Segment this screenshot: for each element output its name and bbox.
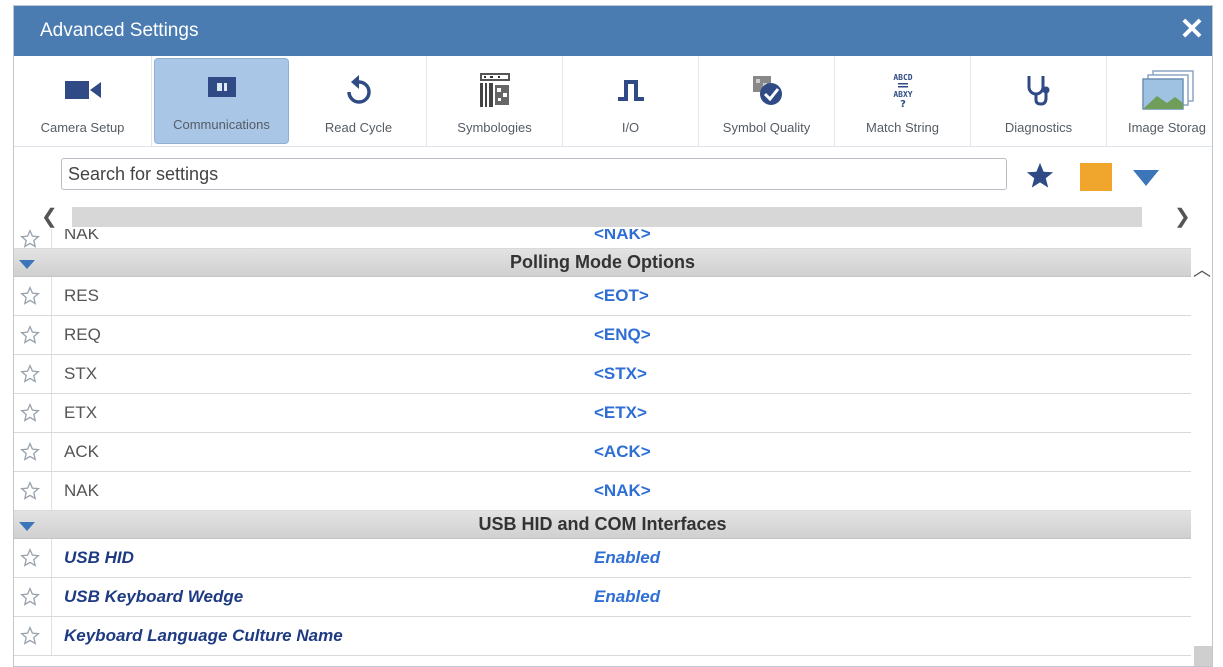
tab-symbol-quality[interactable]: Symbol Quality [699,56,835,146]
scroll-up-icon[interactable]: ︿ [1193,256,1211,282]
favorites-star-icon[interactable] [1025,161,1055,191]
setting-name: RES [51,277,551,315]
setting-value[interactable]: Enabled [594,578,660,616]
table-row[interactable]: RES <EOT> [14,277,1191,316]
table-row[interactable]: REQ <ENQ> [14,316,1191,355]
tab-label: I/O [621,120,640,135]
star-outline-icon[interactable] [20,442,40,462]
setting-value[interactable]: <STX> [594,355,647,393]
star-outline-icon[interactable] [20,364,40,384]
horizontal-scrollbar[interactable]: ❮ ❯ [14,204,1212,229]
star-outline-icon[interactable] [20,229,40,248]
scroll-left-icon[interactable]: ❮ [41,204,58,229]
star-outline-icon[interactable] [20,403,40,423]
window-title: Advanced Settings [40,20,199,41]
tab-label: Communications [173,117,270,132]
vertical-scrollbar[interactable]: ︿ [1192,256,1212,666]
setting-value[interactable]: <NAK> [594,229,651,248]
pulse-icon [616,70,646,110]
group-title: Polling Mode Options [510,252,695,272]
table-row[interactable]: STX <STX> [14,355,1191,394]
tab-label: Symbologies [457,120,532,135]
highlight-square-button[interactable] [1080,163,1112,191]
barcode-icon [478,70,512,110]
tab-symbologies[interactable]: Symbologies [427,56,563,146]
vertical-scroll-thumb[interactable] [1194,646,1212,666]
settings-grid: NAK <NAK> Polling Mode Options RES <EOT>… [14,229,1191,656]
tab-io[interactable]: I/O [563,56,699,146]
setting-name: ACK [51,433,551,471]
setting-name: NAK [51,229,551,248]
tab-label: Diagnostics [1004,120,1073,135]
tab-label: Match String [866,120,939,135]
setting-value[interactable]: <ETX> [594,394,647,432]
table-row[interactable]: ETX <ETX> [14,394,1191,433]
setting-value[interactable]: <EOT> [594,277,649,315]
star-outline-icon[interactable] [20,587,40,607]
setting-name: Keyboard Language Culture Name [51,617,551,655]
table-row[interactable]: ACK <ACK> [14,433,1191,472]
setting-name: NAK [51,472,551,510]
advanced-settings-window: Advanced Settings ✕ Camera Setup Communi… [13,5,1213,667]
search-input[interactable] [61,158,1007,190]
setting-name: ETX [51,394,551,432]
group-title: USB HID and COM Interfaces [478,514,727,534]
tab-camera-setup[interactable]: Camera Setup [14,56,152,146]
setting-value[interactable]: <ENQ> [594,316,651,354]
search-row [14,147,1212,203]
star-outline-icon[interactable] [20,481,40,501]
star-outline-icon[interactable] [20,325,40,345]
communications-icon [204,67,240,107]
setting-name: USB HID [51,539,551,577]
star-outline-icon[interactable] [20,286,40,306]
star-outline-icon[interactable] [20,548,40,568]
star-outline-icon[interactable] [20,626,40,646]
tab-label: Symbol Quality [722,120,811,135]
horizontal-scroll-thumb[interactable] [72,207,1142,227]
tab-diagnostics[interactable]: Diagnostics [971,56,1107,146]
svg-text:ABCD: ABCD [893,73,912,82]
setting-value[interactable]: <NAK> [594,472,651,510]
setting-name: STX [51,355,551,393]
svg-text:ABXY: ABXY [893,90,912,99]
group-header-usb-hid[interactable]: USB HID and COM Interfaces [14,511,1191,539]
table-row[interactable]: USB Keyboard Wedge Enabled [14,578,1191,617]
match-string-icon: ABCD ABXY ? [888,70,918,110]
image-storage-icon [1139,70,1195,110]
scroll-right-icon[interactable]: ❯ [1174,204,1191,229]
tab-match-string[interactable]: ABCD ABXY ? Match String [835,56,971,146]
setting-value[interactable]: Enabled [594,539,660,577]
setting-name: REQ [51,316,551,354]
tab-label: Camera Setup [40,120,125,135]
tab-image-storage[interactable]: Image Storag [1107,56,1212,146]
svg-text:?: ? [900,99,906,109]
tab-label: Image Storag [1127,120,1207,135]
quality-badge-icon [750,70,784,110]
table-row[interactable]: USB HID Enabled [14,539,1191,578]
setting-name: USB Keyboard Wedge [51,578,551,616]
close-icon[interactable]: ✕ [1178,15,1206,45]
category-toolbar: Camera Setup Communications Read Cycle S… [14,56,1212,147]
group-header-polling-mode[interactable]: Polling Mode Options [14,249,1191,277]
camera-icon [64,70,102,110]
tab-communications[interactable]: Communications [154,58,289,144]
refresh-icon [344,70,374,110]
table-row[interactable]: Keyboard Language Culture Name [14,617,1191,656]
table-row[interactable]: NAK <NAK> [14,229,1191,249]
tab-label: Read Cycle [324,120,393,135]
dropdown-triangle-icon[interactable] [1131,168,1161,188]
tab-read-cycle[interactable]: Read Cycle [291,56,427,146]
table-row[interactable]: NAK <NAK> [14,472,1191,511]
setting-value[interactable]: <ACK> [594,433,651,471]
title-bar: Advanced Settings ✕ [14,6,1212,56]
stethoscope-icon [1023,70,1055,110]
